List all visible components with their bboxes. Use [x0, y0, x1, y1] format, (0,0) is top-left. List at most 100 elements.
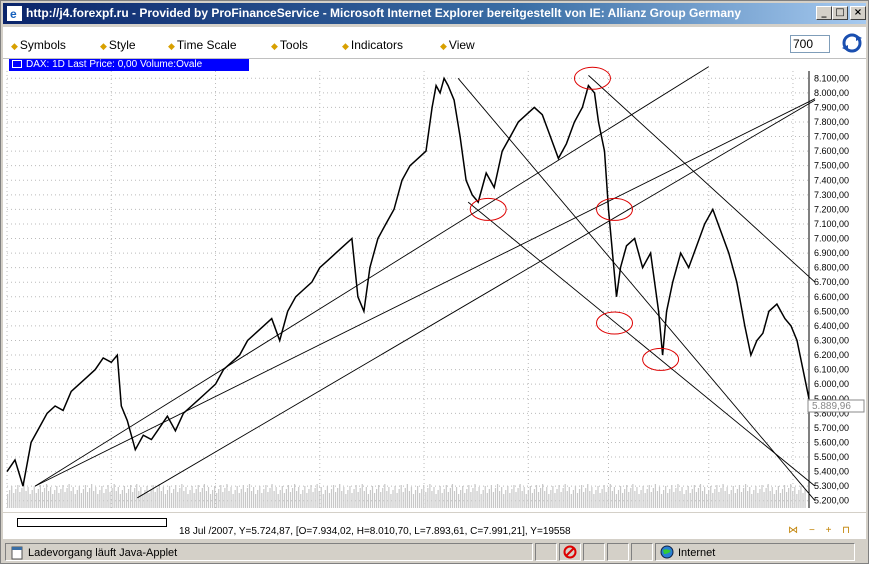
menu-style[interactable]: ◆ Style — [100, 38, 136, 52]
volume-bar — [250, 491, 253, 508]
volume-bar — [9, 490, 11, 508]
volume-bar — [544, 491, 546, 508]
volume-bar — [56, 486, 58, 508]
volume-bar — [166, 490, 169, 508]
volume-bar — [207, 487, 210, 508]
volume-bar — [91, 484, 93, 508]
volume-bar — [189, 490, 191, 508]
volume-bar — [595, 490, 597, 508]
volume-bar — [224, 488, 226, 508]
zoom-input[interactable]: 700 — [790, 35, 830, 53]
volume-bar — [101, 486, 103, 508]
volume-bar — [494, 488, 497, 508]
volume-bar — [599, 493, 601, 508]
volume-bar — [39, 485, 41, 508]
volume-bar — [634, 491, 636, 508]
close-button[interactable]: × — [850, 6, 866, 20]
diamond-icon: ◆ — [11, 41, 18, 51]
volume-bar — [209, 494, 212, 508]
volume-bar — [771, 487, 773, 508]
volume-bar — [615, 494, 618, 508]
menu-time-scale[interactable]: ◆ Time Scale — [168, 38, 237, 52]
chart-area[interactable]: DAX: 1D Last Price: 0,00 Volume:Ovale 8.… — [3, 59, 866, 512]
minimize-button[interactable]: _ — [816, 6, 832, 20]
window-title: http://j4.forexpf.ru - Provided by ProFi… — [26, 6, 742, 20]
volume-bar — [345, 494, 347, 508]
volume-bar — [550, 490, 552, 508]
diamond-icon: ◆ — [168, 41, 175, 51]
channel-line — [34, 66, 709, 487]
volume-bar — [11, 486, 13, 508]
y-tick-label: 6.100,00 — [814, 365, 849, 375]
volume-bar — [402, 492, 404, 508]
volume-bar — [802, 493, 804, 508]
status-cell-empty-4 — [631, 543, 653, 561]
volume-bar — [470, 492, 472, 508]
volume-bar — [484, 486, 486, 508]
volume-bar — [285, 489, 287, 508]
volume-bar — [17, 485, 19, 508]
y-tick-label: 7.600,00 — [814, 146, 849, 156]
volume-bar — [786, 492, 788, 508]
volume-bar — [720, 488, 722, 508]
volume-bar — [263, 489, 265, 508]
volume-bar — [542, 484, 544, 508]
volume-bar — [205, 491, 208, 508]
volume-bar — [275, 487, 277, 508]
volume-bar — [671, 485, 673, 508]
volume-bar — [89, 488, 91, 508]
volume-bar — [804, 489, 806, 508]
refresh-icon[interactable] — [841, 32, 863, 54]
volume-bar — [611, 491, 613, 508]
volume-bar — [82, 489, 85, 508]
volume-bar — [277, 494, 279, 508]
menu-indicators[interactable]: ◆ Indicators — [342, 38, 403, 52]
volume-bar — [408, 491, 410, 508]
volume-bar — [566, 491, 568, 508]
y-tick-label: 7.400,00 — [814, 175, 849, 185]
volume-bar — [531, 493, 533, 508]
volume-bar — [162, 487, 164, 508]
volume-bar — [679, 491, 681, 508]
channel-line — [467, 201, 816, 487]
volume-bar — [267, 492, 269, 508]
title-bar[interactable]: e http://j4.forexpf.ru - Provided by Pro… — [3, 3, 866, 24]
volume-bar — [197, 485, 199, 508]
volume-bar — [74, 494, 76, 508]
menu-symbols[interactable]: ◆ Symbols — [11, 38, 66, 52]
volume-bar — [736, 489, 738, 508]
volume-bar — [19, 492, 21, 508]
volume-bar — [591, 487, 593, 508]
volume-bar — [343, 487, 345, 508]
volume-bar — [326, 486, 328, 508]
volume-bar — [240, 489, 242, 508]
chart-nav-icons[interactable]: ⋈ − + ⊓ — [788, 525, 854, 536]
volume-bar — [443, 489, 445, 508]
volume-bar — [279, 490, 281, 508]
volume-bar — [613, 487, 615, 508]
volume-bar — [496, 484, 499, 508]
volume-bar — [365, 487, 367, 508]
volume-bar — [724, 491, 726, 508]
volume-bar — [644, 493, 646, 508]
volume-bar — [168, 486, 171, 508]
volume-bar — [788, 488, 790, 508]
volume-bar — [572, 490, 574, 508]
volume-bar — [790, 484, 792, 508]
volume-bar — [283, 493, 285, 508]
volume-bar — [181, 484, 183, 508]
menu-tools[interactable]: ◆ Tools — [271, 38, 308, 52]
volume-bar — [796, 494, 798, 508]
volume-bar — [759, 489, 761, 508]
maximize-button[interactable]: □ — [832, 6, 848, 20]
menu-view[interactable]: ◆ View — [440, 38, 475, 52]
volume-bar — [519, 484, 521, 508]
diamond-icon: ◆ — [440, 41, 447, 51]
volume-bar — [486, 493, 488, 508]
volume-bar — [347, 490, 349, 508]
volume-bar — [749, 487, 751, 508]
volume-bar — [33, 486, 35, 508]
price-chart[interactable]: 8.100,00 8.000,00 7.900,00 7.800,00 7.700,00… — [3, 59, 866, 512]
volume-bar — [78, 486, 80, 508]
horizontal-scroll-track[interactable] — [17, 518, 167, 527]
